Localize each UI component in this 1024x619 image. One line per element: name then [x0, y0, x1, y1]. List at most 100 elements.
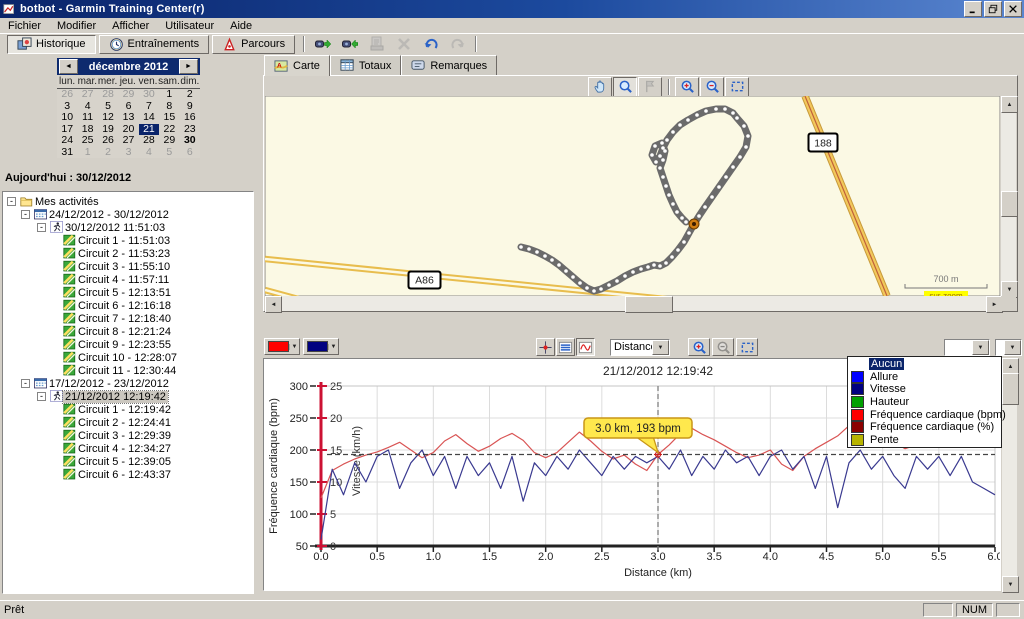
- close-button[interactable]: [1004, 1, 1022, 17]
- calendar-day[interactable]: 14: [139, 112, 159, 124]
- map-horizontal-scrollbar[interactable]: ◄ ►: [265, 296, 1001, 311]
- zoom-out-button[interactable]: [700, 77, 724, 97]
- restore-button[interactable]: [984, 1, 1002, 17]
- calendar-day[interactable]: 4: [139, 147, 159, 159]
- calendar-day[interactable]: 12: [98, 112, 118, 124]
- scroll-left-icon[interactable]: ◄: [265, 296, 282, 313]
- calendar-day[interactable]: 31: [57, 147, 77, 159]
- tree-week-group[interactable]: -24/12/2012 - 30/12/2012: [3, 208, 253, 221]
- calendar-day[interactable]: 15: [159, 112, 179, 124]
- map-tab-remarques[interactable]: Remarques: [401, 55, 497, 75]
- curve-toggle[interactable]: [576, 338, 595, 356]
- undo-button[interactable]: [418, 35, 443, 54]
- calendar-day[interactable]: 27: [77, 89, 97, 101]
- collapse-toggle[interactable]: -: [7, 197, 16, 206]
- zoom-fit-button[interactable]: [725, 77, 749, 97]
- tree-lap[interactable]: Circuit 3 - 12:29:39: [3, 429, 253, 442]
- scroll-up-icon[interactable]: ▲: [1001, 96, 1018, 113]
- tree-lap[interactable]: Circuit 5 - 12:39:05: [3, 455, 253, 468]
- tree-lap[interactable]: Circuit 6 - 12:43:37: [3, 468, 253, 481]
- calendar-day[interactable]: 2: [180, 89, 200, 101]
- legend-item-pente[interactable]: Pente: [848, 434, 1001, 447]
- tree-root[interactable]: -Mes activités: [3, 195, 253, 208]
- calendar-day[interactable]: 11: [77, 112, 97, 124]
- tree-lap[interactable]: Circuit 8 - 12:21:24: [3, 325, 253, 338]
- calendar-day[interactable]: 27: [118, 135, 138, 147]
- series2-color-dropdown[interactable]: ▼: [303, 338, 339, 355]
- map-canvas[interactable]: 188A86700 msur-zoom: [265, 96, 1000, 296]
- menu-utilisateur[interactable]: Utilisateur: [157, 19, 222, 33]
- tree-lap[interactable]: Circuit 3 - 11:55:10: [3, 260, 253, 273]
- calendar-day[interactable]: 25: [77, 135, 97, 147]
- chevron-down-icon[interactable]: ▼: [972, 340, 989, 355]
- tree-lap[interactable]: Circuit 6 - 12:16:18: [3, 299, 253, 312]
- zoom-fit-button[interactable]: [736, 338, 758, 356]
- view-tab-entrainements[interactable]: Entraînements: [99, 35, 210, 54]
- map-vertical-scrollbar[interactable]: ▲ ▼: [1001, 96, 1016, 296]
- calendar-day[interactable]: 24: [57, 135, 77, 147]
- tree-week-group[interactable]: -17/12/2012 - 23/12/2012: [3, 377, 253, 390]
- tree-lap[interactable]: Circuit 9 - 12:23:55: [3, 338, 253, 351]
- calendar-day[interactable]: 1: [159, 89, 179, 101]
- tree-lap[interactable]: Circuit 5 - 12:13:51: [3, 286, 253, 299]
- gridlines-toggle[interactable]: [556, 338, 575, 356]
- series1-color-dropdown[interactable]: ▼: [264, 338, 300, 355]
- collapse-toggle[interactable]: -: [37, 223, 46, 232]
- collapse-toggle[interactable]: -: [21, 210, 30, 219]
- calendar-day[interactable]: 30: [180, 135, 200, 147]
- legend-item-hauteur[interactable]: Hauteur: [848, 396, 1001, 409]
- crosshair-toggle[interactable]: [536, 338, 555, 356]
- pan-button[interactable]: [588, 77, 612, 97]
- calendar-next-button[interactable]: ►: [179, 59, 198, 74]
- calendar-day[interactable]: 10: [57, 112, 77, 124]
- menu-afficher[interactable]: Afficher: [104, 19, 157, 33]
- calendar-day[interactable]: 5: [159, 147, 179, 159]
- chevron-down-icon[interactable]: ▼: [1004, 340, 1021, 355]
- collapse-toggle[interactable]: -: [21, 379, 30, 388]
- tree-lap[interactable]: Circuit 2 - 11:53:23: [3, 247, 253, 260]
- menu-fichier[interactable]: Fichier: [0, 19, 49, 33]
- calendar-day[interactable]: 2: [98, 147, 118, 159]
- legend-item-aucun[interactable]: Aucun: [848, 358, 1001, 371]
- view-tab-historique[interactable]: Historique: [7, 35, 96, 54]
- calendar-day[interactable]: 29: [118, 89, 138, 101]
- menu-modifier[interactable]: Modifier: [49, 19, 104, 33]
- calendar-prev-button[interactable]: ◄: [59, 59, 78, 74]
- zoom-select-button[interactable]: [613, 77, 637, 97]
- calendar-day[interactable]: 1: [77, 147, 97, 159]
- legend-item-allure[interactable]: Allure: [848, 371, 1001, 384]
- calendar-day[interactable]: 13: [118, 112, 138, 124]
- scroll-down-icon[interactable]: ▼: [1002, 576, 1019, 593]
- calendar-day[interactable]: 29: [159, 135, 179, 147]
- tree-lap[interactable]: Circuit 10 - 12:28:07: [3, 351, 253, 364]
- calendar-day[interactable]: 16: [180, 112, 200, 124]
- view-tab-parcours[interactable]: Parcours: [212, 35, 295, 54]
- chevron-down-icon[interactable]: ▼: [652, 340, 669, 355]
- chart-vscroll-thumb[interactable]: [1002, 373, 1019, 405]
- map-tab-carte[interactable]: ACarte: [264, 55, 330, 76]
- overlay-series-select-2[interactable]: ▼: [995, 339, 1022, 356]
- map-vscroll-thumb[interactable]: [1001, 191, 1018, 217]
- tree-lap[interactable]: Circuit 1 - 12:19:42: [3, 403, 253, 416]
- tree-activity[interactable]: -21/12/2012 12:19:42: [3, 390, 253, 403]
- tree-lap[interactable]: Circuit 2 - 12:24:41: [3, 416, 253, 429]
- legend-item-vitesse[interactable]: Vitesse: [848, 383, 1001, 396]
- calendar-day[interactable]: 30: [139, 89, 159, 101]
- chart-vertical-scrollbar[interactable]: ▲ ▼: [1002, 358, 1017, 591]
- overlay-series-select-1[interactable]: ▼: [944, 339, 990, 356]
- tree-lap[interactable]: Circuit 4 - 11:57:11: [3, 273, 253, 286]
- calendar-day[interactable]: 28: [98, 89, 118, 101]
- tree-lap[interactable]: Circuit 11 - 12:30:44: [3, 364, 253, 377]
- tree-lap[interactable]: Circuit 7 - 12:18:40: [3, 312, 253, 325]
- map-hscroll-thumb[interactable]: [625, 296, 673, 313]
- zoom-in-button[interactable]: [675, 77, 699, 97]
- tree-lap[interactable]: Circuit 4 - 12:34:27: [3, 442, 253, 455]
- map-tab-totaux[interactable]: Totaux: [330, 55, 401, 75]
- send-to-device-button[interactable]: [310, 35, 335, 54]
- calendar-day[interactable]: 3: [118, 147, 138, 159]
- legend-item-frequence-cardiaque-bpm[interactable]: Fréquence cardiaque (bpm): [848, 408, 1001, 421]
- legend-item-frequence-cardiaque[interactable]: Fréquence cardiaque (%): [848, 421, 1001, 434]
- calendar-day[interactable]: 6: [180, 147, 200, 159]
- calendar-day[interactable]: 26: [57, 89, 77, 101]
- calendar-day[interactable]: 28: [139, 135, 159, 147]
